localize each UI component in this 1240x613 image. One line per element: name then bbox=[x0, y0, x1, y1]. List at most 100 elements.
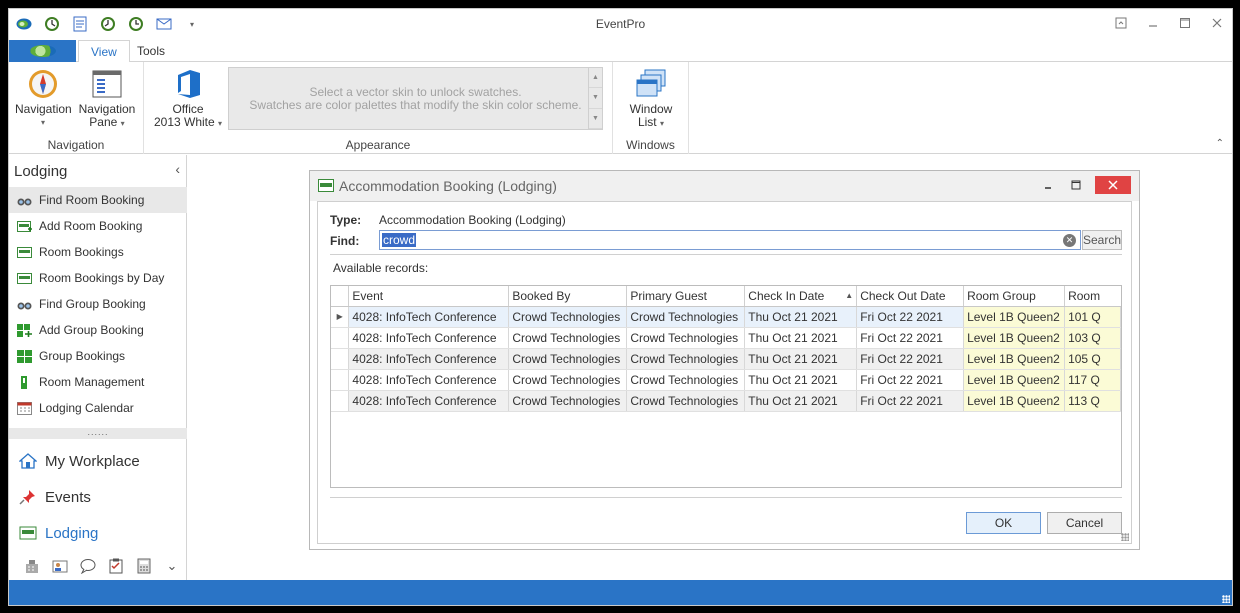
column-header-check-out-date[interactable]: Check Out Date bbox=[856, 286, 965, 307]
calculator-icon[interactable] bbox=[135, 557, 153, 575]
navigation-button[interactable]: Navigation ▾ bbox=[15, 68, 72, 129]
eventpro-logo-icon bbox=[29, 45, 56, 57]
module-events[interactable]: Events bbox=[9, 480, 187, 514]
ribbon-tabs: View Tools bbox=[9, 40, 1232, 63]
cancel-button[interactable]: Cancel bbox=[1047, 512, 1122, 534]
user-card-icon[interactable] bbox=[51, 557, 69, 575]
cell-room[interactable]: 105 Q bbox=[1064, 348, 1121, 370]
column-header-room-group[interactable]: Room Group bbox=[963, 286, 1066, 307]
bed-icon bbox=[318, 179, 334, 192]
skin-selector-button[interactable]: Office 2013 White ▾ bbox=[152, 68, 224, 130]
cell-booked-by[interactable]: Crowd Technologies bbox=[508, 327, 628, 349]
cell-event[interactable]: 4028: InfoTech Conference bbox=[348, 369, 510, 391]
resize-grip-icon[interactable] bbox=[1121, 533, 1129, 541]
navigation-pane-button[interactable]: Navigation Pane ▾ bbox=[77, 68, 137, 130]
cell-room-group[interactable]: Level 1B Queen2 bbox=[963, 369, 1066, 391]
maximize-icon[interactable] bbox=[1176, 14, 1194, 32]
table-row[interactable]: 4028: InfoTech Conference Crowd Technolo… bbox=[331, 327, 1121, 349]
cell-room[interactable]: 117 Q bbox=[1064, 369, 1121, 391]
nav-item-add-group-booking[interactable]: Add Group Booking bbox=[9, 317, 187, 343]
cell-room-group[interactable]: Level 1B Queen2 bbox=[963, 327, 1066, 349]
cell-room-group[interactable]: Level 1B Queen2 bbox=[963, 348, 1066, 370]
nav-item-room-bookings-by-day[interactable]: Room Bookings by Day bbox=[9, 265, 187, 291]
dialog-close-button[interactable] bbox=[1095, 176, 1131, 194]
collapse-pane-icon[interactable]: ‹ bbox=[175, 161, 180, 177]
pane-splitter[interactable]: ...... bbox=[9, 428, 187, 439]
cell-primary-guest[interactable]: Crowd Technologies bbox=[626, 348, 746, 370]
nav-item-group-bookings[interactable]: Group Bookings bbox=[9, 343, 187, 369]
window-controls bbox=[1112, 14, 1226, 32]
cell-primary-guest[interactable]: Crowd Technologies bbox=[626, 306, 746, 328]
table-row[interactable]: 4028: InfoTech Conference Crowd Technolo… bbox=[331, 348, 1121, 370]
nav-item-add-room-booking[interactable]: Add Room Booking bbox=[9, 213, 187, 239]
cell-booked-by[interactable]: Crowd Technologies bbox=[508, 306, 628, 328]
bed-icon bbox=[19, 525, 37, 541]
cell-booked-by[interactable]: Crowd Technologies bbox=[508, 348, 628, 370]
cell-room[interactable]: 113 Q bbox=[1064, 390, 1121, 412]
table-row[interactable]: 4028: InfoTech Conference Crowd Technolo… bbox=[331, 369, 1121, 391]
column-header-event[interactable]: Event bbox=[348, 286, 510, 307]
table-row[interactable]: ▶ 4028: InfoTech Conference Crowd Techno… bbox=[331, 306, 1121, 328]
gallery-expand-icon[interactable]: ▼ bbox=[589, 109, 602, 129]
cell-booked-by[interactable]: Crowd Technologies bbox=[508, 369, 628, 391]
application-menu-button[interactable] bbox=[9, 40, 76, 62]
dialog-maximize-icon[interactable] bbox=[1067, 176, 1085, 194]
cell-booked-by[interactable]: Crowd Technologies bbox=[508, 390, 628, 412]
minimize-icon[interactable] bbox=[1144, 14, 1162, 32]
window-list-button[interactable]: Window List ▾ bbox=[623, 68, 679, 130]
chat-icon[interactable] bbox=[79, 557, 97, 575]
cell-check-in-date[interactable]: Thu Oct 21 2021 bbox=[744, 390, 858, 412]
bookings-icon bbox=[17, 246, 32, 259]
cell-event[interactable]: 4028: InfoTech Conference bbox=[348, 306, 510, 328]
cell-check-out-date[interactable]: Fri Oct 22 2021 bbox=[856, 390, 965, 412]
clear-search-icon[interactable]: ✕ bbox=[1063, 234, 1076, 247]
row-indicator-header bbox=[331, 286, 350, 307]
cell-event[interactable]: 4028: InfoTech Conference bbox=[348, 390, 510, 412]
cell-room-group[interactable]: Level 1B Queen2 bbox=[963, 306, 1066, 328]
cell-primary-guest[interactable]: Crowd Technologies bbox=[626, 390, 746, 412]
column-header-room[interactable]: Room bbox=[1064, 286, 1121, 307]
nav-item-find-group-booking[interactable]: Find Group Booking bbox=[9, 291, 187, 317]
tab-view[interactable]: View bbox=[78, 40, 130, 63]
clipboard-icon[interactable] bbox=[107, 557, 125, 575]
cell-primary-guest[interactable]: Crowd Technologies bbox=[626, 327, 746, 349]
module-lodging[interactable]: Lodging bbox=[9, 516, 187, 550]
column-header-primary-guest[interactable]: Primary Guest bbox=[626, 286, 746, 307]
swatch-gallery[interactable]: Select a vector skin to unlock swatches.… bbox=[228, 67, 603, 130]
cell-check-in-date[interactable]: Thu Oct 21 2021 bbox=[744, 348, 858, 370]
tab-tools[interactable]: Tools bbox=[125, 40, 177, 62]
cell-check-out-date[interactable]: Fri Oct 22 2021 bbox=[856, 327, 965, 349]
find-input[interactable]: crowd ✕ bbox=[379, 230, 1081, 250]
close-icon[interactable] bbox=[1208, 14, 1226, 32]
restore-ribbon-icon[interactable] bbox=[1112, 14, 1130, 32]
cell-check-in-date[interactable]: Thu Oct 21 2021 bbox=[744, 327, 858, 349]
module-my-workplace[interactable]: My Workplace bbox=[9, 444, 187, 478]
nav-item-room-bookings[interactable]: Room Bookings bbox=[9, 239, 187, 265]
nav-item-lodging-calendar[interactable]: Lodging Calendar bbox=[9, 395, 187, 421]
cell-room[interactable]: 101 Q bbox=[1064, 306, 1121, 328]
nav-item-room-management[interactable]: Room Management bbox=[9, 369, 187, 395]
dialog-minimize-icon[interactable] bbox=[1039, 176, 1057, 194]
gallery-down-icon[interactable]: ▼ bbox=[589, 88, 602, 109]
nav-item-find-room-booking[interactable]: Find Room Booking bbox=[9, 187, 187, 213]
gallery-up-icon[interactable]: ▲ bbox=[589, 68, 602, 89]
cell-check-out-date[interactable]: Fri Oct 22 2021 bbox=[856, 369, 965, 391]
cell-check-out-date[interactable]: Fri Oct 22 2021 bbox=[856, 306, 965, 328]
cell-primary-guest[interactable]: Crowd Technologies bbox=[626, 369, 746, 391]
column-header-booked-by[interactable]: Booked By bbox=[508, 286, 628, 307]
building-icon[interactable] bbox=[23, 557, 41, 575]
search-button[interactable]: Search bbox=[1082, 230, 1122, 250]
table-row[interactable]: 4028: InfoTech Conference Crowd Technolo… bbox=[331, 390, 1121, 412]
resize-grip-icon[interactable] bbox=[1222, 595, 1230, 603]
cell-event[interactable]: 4028: InfoTech Conference bbox=[348, 327, 510, 349]
cell-event[interactable]: 4028: InfoTech Conference bbox=[348, 348, 510, 370]
collapse-ribbon-icon[interactable]: ⌃ bbox=[1216, 138, 1224, 149]
cell-check-in-date[interactable]: Thu Oct 21 2021 bbox=[744, 369, 858, 391]
cell-check-out-date[interactable]: Fri Oct 22 2021 bbox=[856, 348, 965, 370]
cell-room[interactable]: 103 Q bbox=[1064, 327, 1121, 349]
chevron-down-icon[interactable]: ⌄ bbox=[163, 557, 181, 575]
cell-room-group[interactable]: Level 1B Queen2 bbox=[963, 390, 1066, 412]
column-header-check-in-date[interactable]: Check In Date ▲ bbox=[744, 286, 858, 307]
ok-button[interactable]: OK bbox=[966, 512, 1041, 534]
cell-check-in-date[interactable]: Thu Oct 21 2021 bbox=[744, 306, 858, 328]
